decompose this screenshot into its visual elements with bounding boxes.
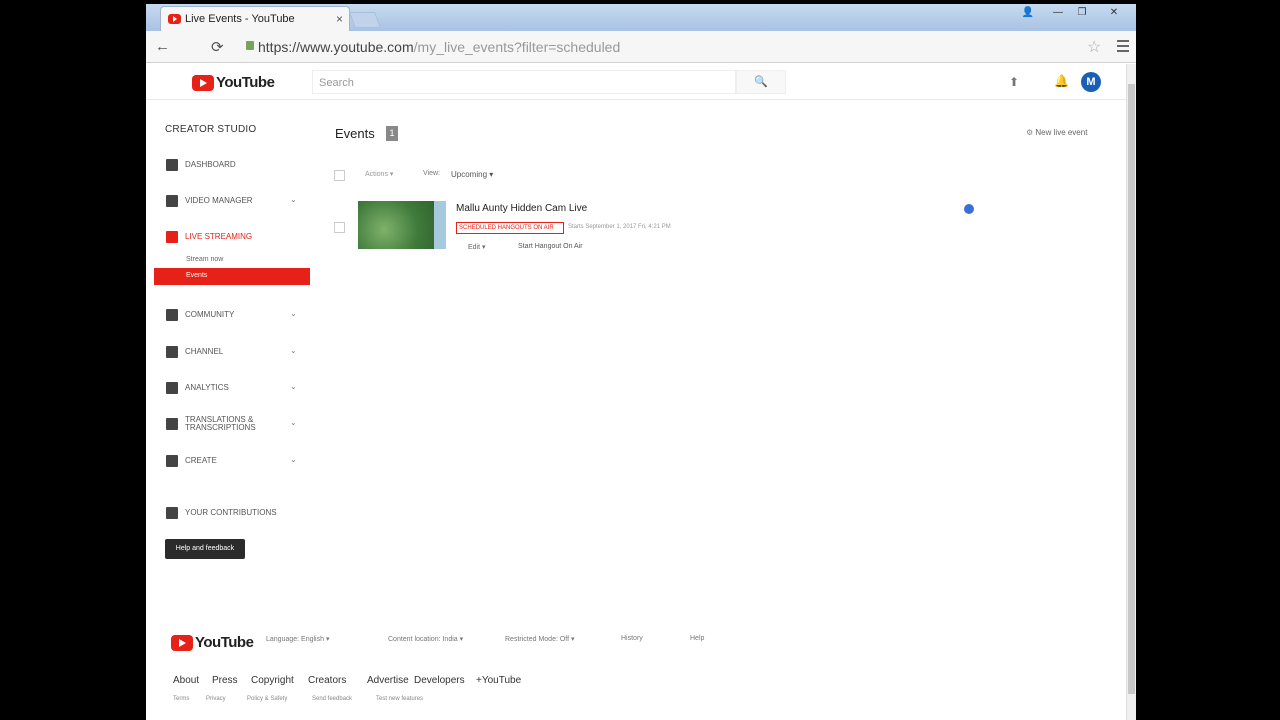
- chevron-down-icon: ⌄: [290, 382, 297, 391]
- youtube-header: YouTube Search 🔍 ⬆ 🔔 M: [146, 64, 1126, 100]
- user-icon[interactable]: 👤: [1018, 7, 1038, 18]
- restricted-mode-dropdown[interactable]: Restricted Mode: Off ▾: [505, 635, 575, 643]
- channel-icon: [166, 346, 178, 358]
- close-window-icon[interactable]: ✕: [1104, 7, 1124, 18]
- url-host: https://www.youtube.com: [258, 39, 414, 55]
- footer-link-policy[interactable]: Policy & Safety: [247, 696, 287, 702]
- footer-link-test-features[interactable]: Test new features: [376, 696, 423, 702]
- back-icon[interactable]: ←: [155, 38, 170, 55]
- footer-link-privacy[interactable]: Privacy: [206, 696, 226, 702]
- title-bar: Live Events - YouTube × 👤 — ❐ ✕: [146, 4, 1136, 31]
- reload-icon[interactable]: ⟳: [211, 38, 224, 56]
- menu-icon[interactable]: [1117, 40, 1129, 55]
- tab-close-icon[interactable]: ×: [336, 12, 343, 26]
- maximize-icon[interactable]: ❐: [1072, 7, 1092, 18]
- footer-link-creators[interactable]: Creators: [308, 675, 346, 686]
- footer: YouTube Language: English ▾ Content loca…: [154, 612, 1126, 720]
- event-thumbnail[interactable]: [358, 201, 446, 249]
- youtube-logo[interactable]: YouTube: [192, 74, 275, 91]
- select-all-checkbox[interactable]: [334, 170, 345, 181]
- sidebar-item-analytics[interactable]: ANALYTICS ⌄: [154, 379, 310, 399]
- footer-link-press[interactable]: Press: [212, 675, 238, 686]
- footer-link-copyright[interactable]: Copyright: [251, 675, 294, 686]
- public-globe-icon: [964, 204, 974, 214]
- scrollbar-thumb[interactable]: [1128, 84, 1135, 694]
- new-live-event-button[interactable]: New live event: [1026, 128, 1087, 137]
- minimize-icon[interactable]: —: [1048, 7, 1068, 18]
- chevron-down-icon: ⌄: [290, 455, 297, 464]
- view-label: View:: [423, 170, 440, 177]
- help-feedback-button[interactable]: Help and feedback: [165, 539, 245, 559]
- language-dropdown[interactable]: Language: English ▾: [266, 635, 329, 643]
- creator-studio-sidebar: CREATOR STUDIO DASHBOARD VIDEO MANAGER ⌄ …: [154, 112, 310, 572]
- page-title: Events: [335, 126, 375, 141]
- sidebar-item-create[interactable]: CREATE ⌄: [154, 452, 310, 472]
- chevron-down-icon: ⌄: [290, 418, 297, 427]
- youtube-play-icon: [171, 634, 193, 651]
- analytics-icon: [166, 382, 178, 394]
- event-checkbox[interactable]: [334, 222, 345, 233]
- bookmark-star-icon[interactable]: ☆: [1087, 37, 1101, 57]
- scrollbar[interactable]: [1126, 64, 1136, 720]
- chevron-down-icon: ⌄: [290, 346, 297, 355]
- youtube-play-icon: [192, 74, 214, 91]
- translate-icon: [166, 418, 178, 430]
- notifications-bell-icon[interactable]: 🔔: [1054, 74, 1069, 88]
- search-input[interactable]: Search: [312, 70, 736, 94]
- community-icon: [166, 309, 178, 321]
- history-button[interactable]: History: [621, 635, 643, 642]
- lock-icon: [246, 41, 254, 50]
- events-count-badge: 1: [386, 126, 398, 141]
- tab-title: Live Events - YouTube: [185, 13, 295, 25]
- sidebar-item-translations[interactable]: TRANSLATIONS & TRANSCRIPTIONS ⌄: [154, 412, 310, 440]
- avatar[interactable]: M: [1081, 72, 1101, 92]
- footer-youtube-logo[interactable]: YouTube: [171, 634, 254, 651]
- sidebar-title: CREATOR STUDIO: [165, 124, 257, 135]
- browser-toolbar: ← ⟳ https://www.youtube.com/my_live_even…: [146, 31, 1136, 63]
- help-button[interactable]: Help: [690, 635, 704, 642]
- sidebar-item-video-manager[interactable]: VIDEO MANAGER ⌄: [154, 192, 310, 212]
- event-schedule: Starts September 1, 2017 Fri, 4:21 PM: [568, 224, 671, 230]
- browser-window: Live Events - YouTube × 👤 — ❐ ✕ ← ⟳ http…: [146, 4, 1136, 720]
- sidebar-sub-stream-now[interactable]: Stream now: [154, 256, 310, 263]
- url-path: /my_live_events?filter=scheduled: [413, 39, 621, 55]
- status-badge: SCHEDULED HANGOUTS ON AIR: [456, 222, 564, 234]
- footer-link-plus-youtube[interactable]: +YouTube: [476, 675, 521, 686]
- create-camera-icon: [166, 455, 178, 467]
- youtube-favicon-icon: [168, 14, 181, 24]
- chevron-down-icon: ⌄: [290, 195, 297, 204]
- sidebar-sub-events[interactable]: Events: [154, 268, 310, 285]
- sidebar-item-live-streaming[interactable]: LIVE STREAMING: [154, 228, 310, 248]
- dashboard-icon: [166, 159, 178, 171]
- new-tab-button[interactable]: [349, 12, 381, 28]
- footer-link-terms[interactable]: Terms: [173, 696, 189, 702]
- sidebar-item-community[interactable]: COMMUNITY ⌄: [154, 306, 310, 326]
- chevron-down-icon: ⌄: [290, 309, 297, 318]
- sidebar-item-channel[interactable]: CHANNEL ⌄: [154, 343, 310, 363]
- address-bar[interactable]: https://www.youtube.com/my_live_events?f…: [242, 36, 1102, 58]
- video-manager-icon: [166, 195, 178, 207]
- footer-link-about[interactable]: About: [173, 675, 199, 686]
- actions-dropdown[interactable]: Actions ▾: [365, 170, 393, 178]
- location-dropdown[interactable]: Content location: India ▾: [388, 635, 463, 643]
- event-title[interactable]: Mallu Aunty Hidden Cam Live: [456, 203, 587, 214]
- start-hangout-button[interactable]: Start Hangout On Air: [518, 243, 583, 250]
- footer-link-advertise[interactable]: Advertise: [367, 675, 409, 686]
- footer-link-developers[interactable]: Developers: [414, 675, 465, 686]
- edit-dropdown[interactable]: Edit ▾: [468, 243, 486, 251]
- events-panel: Events 1 New live event Actions ▾ View: …: [318, 112, 1116, 282]
- upcoming-dropdown[interactable]: Upcoming ▾: [451, 170, 493, 179]
- footer-link-feedback[interactable]: Send feedback: [312, 696, 352, 702]
- contributions-icon: [166, 507, 178, 519]
- browser-tab[interactable]: Live Events - YouTube ×: [160, 6, 350, 31]
- search-button[interactable]: 🔍: [736, 70, 786, 94]
- live-streaming-icon: [166, 231, 178, 243]
- sidebar-item-dashboard[interactable]: DASHBOARD: [154, 156, 310, 176]
- sidebar-item-contributions[interactable]: YOUR CONTRIBUTIONS: [154, 504, 310, 524]
- upload-icon[interactable]: ⬆: [1009, 75, 1019, 89]
